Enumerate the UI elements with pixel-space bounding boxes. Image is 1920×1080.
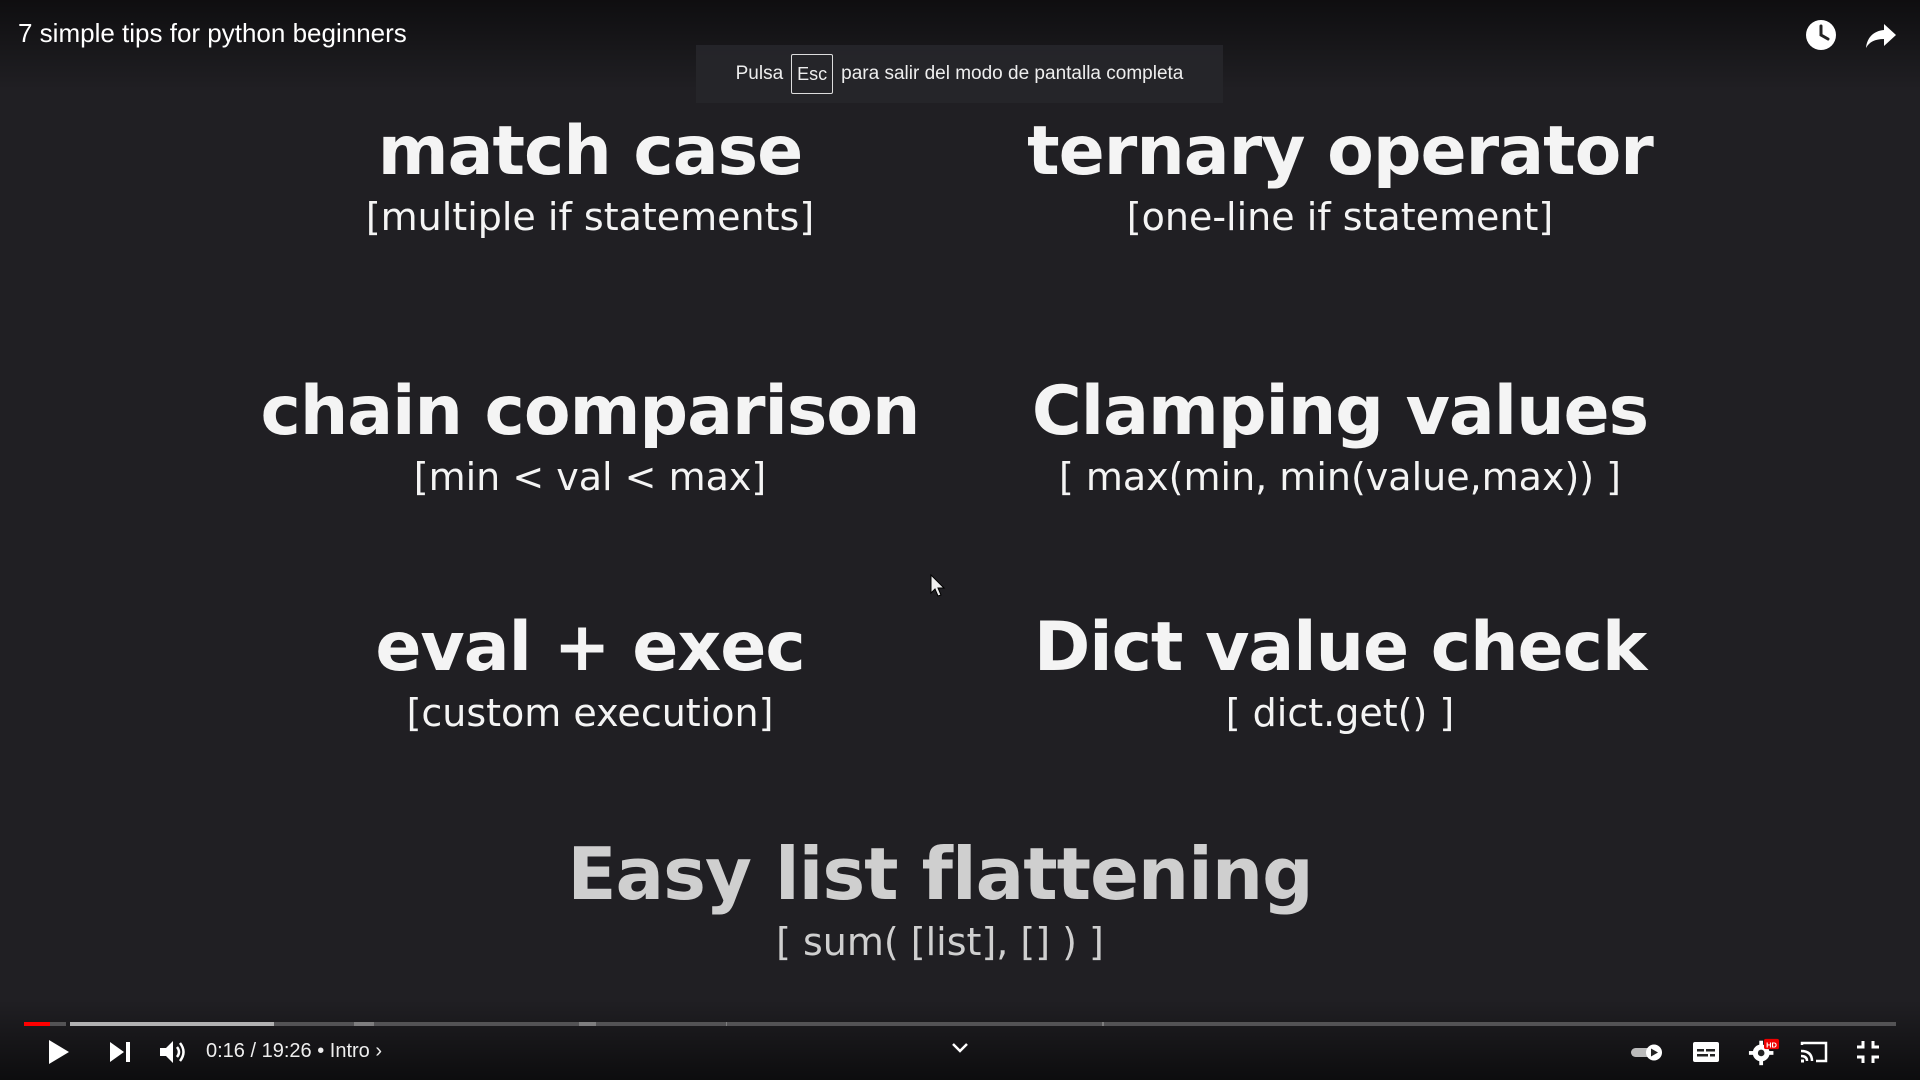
esc-key-badge: Esc <box>791 54 834 94</box>
volume-icon <box>160 1041 185 1063</box>
next-icon <box>110 1042 130 1062</box>
tip-subtitle: [ max(min, min(value,max)) ] <box>1058 455 1622 499</box>
hd-badge: HD <box>1766 1040 1777 1049</box>
progress-bar[interactable] <box>24 1022 1896 1026</box>
tip-subtitle: [min < val < max] <box>413 455 767 499</box>
top-actions <box>1802 16 1900 54</box>
chevron-down-icon <box>952 1043 968 1053</box>
fullscreen-exit-hint: Pulsa Esc para salir del modo de pantall… <box>696 45 1223 103</box>
hint-text-after: para salir del modo de pantalla completa <box>841 63 1184 84</box>
tip-clamping-values: Clamping values [ max(min, min(value,max… <box>990 372 1690 499</box>
time-display[interactable]: 0:16 / 19:26 • Intro › <box>206 1040 382 1063</box>
tip-eval-exec: eval + exec [custom execution] <box>320 608 860 735</box>
tip-subtitle: [ dict.get() ] <box>1225 691 1455 735</box>
controls-row: 0:16 / 19:26 • Intro › HD <box>0 1036 1920 1068</box>
mouse-pointer-icon <box>930 573 946 598</box>
tip-subtitle: [multiple if statements] <box>365 195 815 239</box>
chapter-segment[interactable] <box>1502 1022 1686 1026</box>
chapter-segment[interactable] <box>726 1022 1104 1026</box>
tip-dict-value-check: Dict value check [ dict.get() ] <box>990 608 1690 735</box>
share-arrow-icon[interactable] <box>1862 16 1900 54</box>
chapter-segment[interactable] <box>1686 1022 1896 1026</box>
cast-icon <box>1800 1041 1828 1063</box>
video-title[interactable]: 7 simple tips for python beginners <box>18 18 407 49</box>
chapter-segment[interactable] <box>354 1022 596 1026</box>
chapter-segment[interactable] <box>1102 1022 1502 1026</box>
tip-ternary-operator: ternary operator [one-line if statement] <box>990 112 1690 239</box>
cast-button[interactable] <box>1798 1036 1830 1068</box>
exit-fullscreen-button[interactable] <box>1852 1036 1884 1068</box>
video-frame[interactable]: 7 simple tips for python beginners Pulsa… <box>0 0 1920 1080</box>
tip-subtitle: [ sum( [list], [] ) ] <box>776 920 1104 964</box>
settings-gear-icon: HD <box>1748 1038 1780 1066</box>
tip-heading: chain comparison <box>260 372 921 451</box>
tip-heading: Clamping values <box>1031 372 1649 451</box>
tip-heading: ternary operator <box>1027 112 1654 191</box>
next-button[interactable] <box>104 1036 136 1068</box>
exit-fullscreen-icon <box>1857 1041 1879 1063</box>
settings-button[interactable]: HD <box>1748 1036 1780 1068</box>
played-bar <box>24 1022 50 1026</box>
subtitles-icon <box>1693 1042 1719 1062</box>
play-icon <box>49 1040 69 1064</box>
tip-heading: match case <box>377 112 803 191</box>
tip-list-flattening: Easy list flattening [ sum( [list], [] )… <box>560 832 1320 964</box>
clock-icon[interactable] <box>1802 16 1840 54</box>
subtitles-button[interactable] <box>1690 1036 1722 1068</box>
play-button[interactable] <box>42 1036 74 1068</box>
tip-heading: Easy list flattening <box>567 832 1313 916</box>
volume-button[interactable] <box>157 1036 189 1068</box>
tip-heading: eval + exec <box>375 608 805 687</box>
tip-subtitle: [one-line if statement] <box>1126 195 1554 239</box>
tip-subtitle: [custom execution] <box>406 691 774 735</box>
tip-match-case: match case [multiple if statements] <box>320 112 860 239</box>
chapter-segment[interactable] <box>579 1022 727 1026</box>
autoplay-toggle[interactable] <box>1630 1036 1666 1068</box>
tip-heading: Dict value check <box>1033 608 1647 687</box>
hint-text-before: Pulsa <box>735 63 784 84</box>
autoplay-toggle-icon <box>1631 1044 1662 1061</box>
chapters-toggle-button[interactable] <box>944 1032 976 1064</box>
buffered-bar <box>70 1022 274 1026</box>
tip-chain-comparison: chain comparison [min < val < max] <box>240 372 940 499</box>
